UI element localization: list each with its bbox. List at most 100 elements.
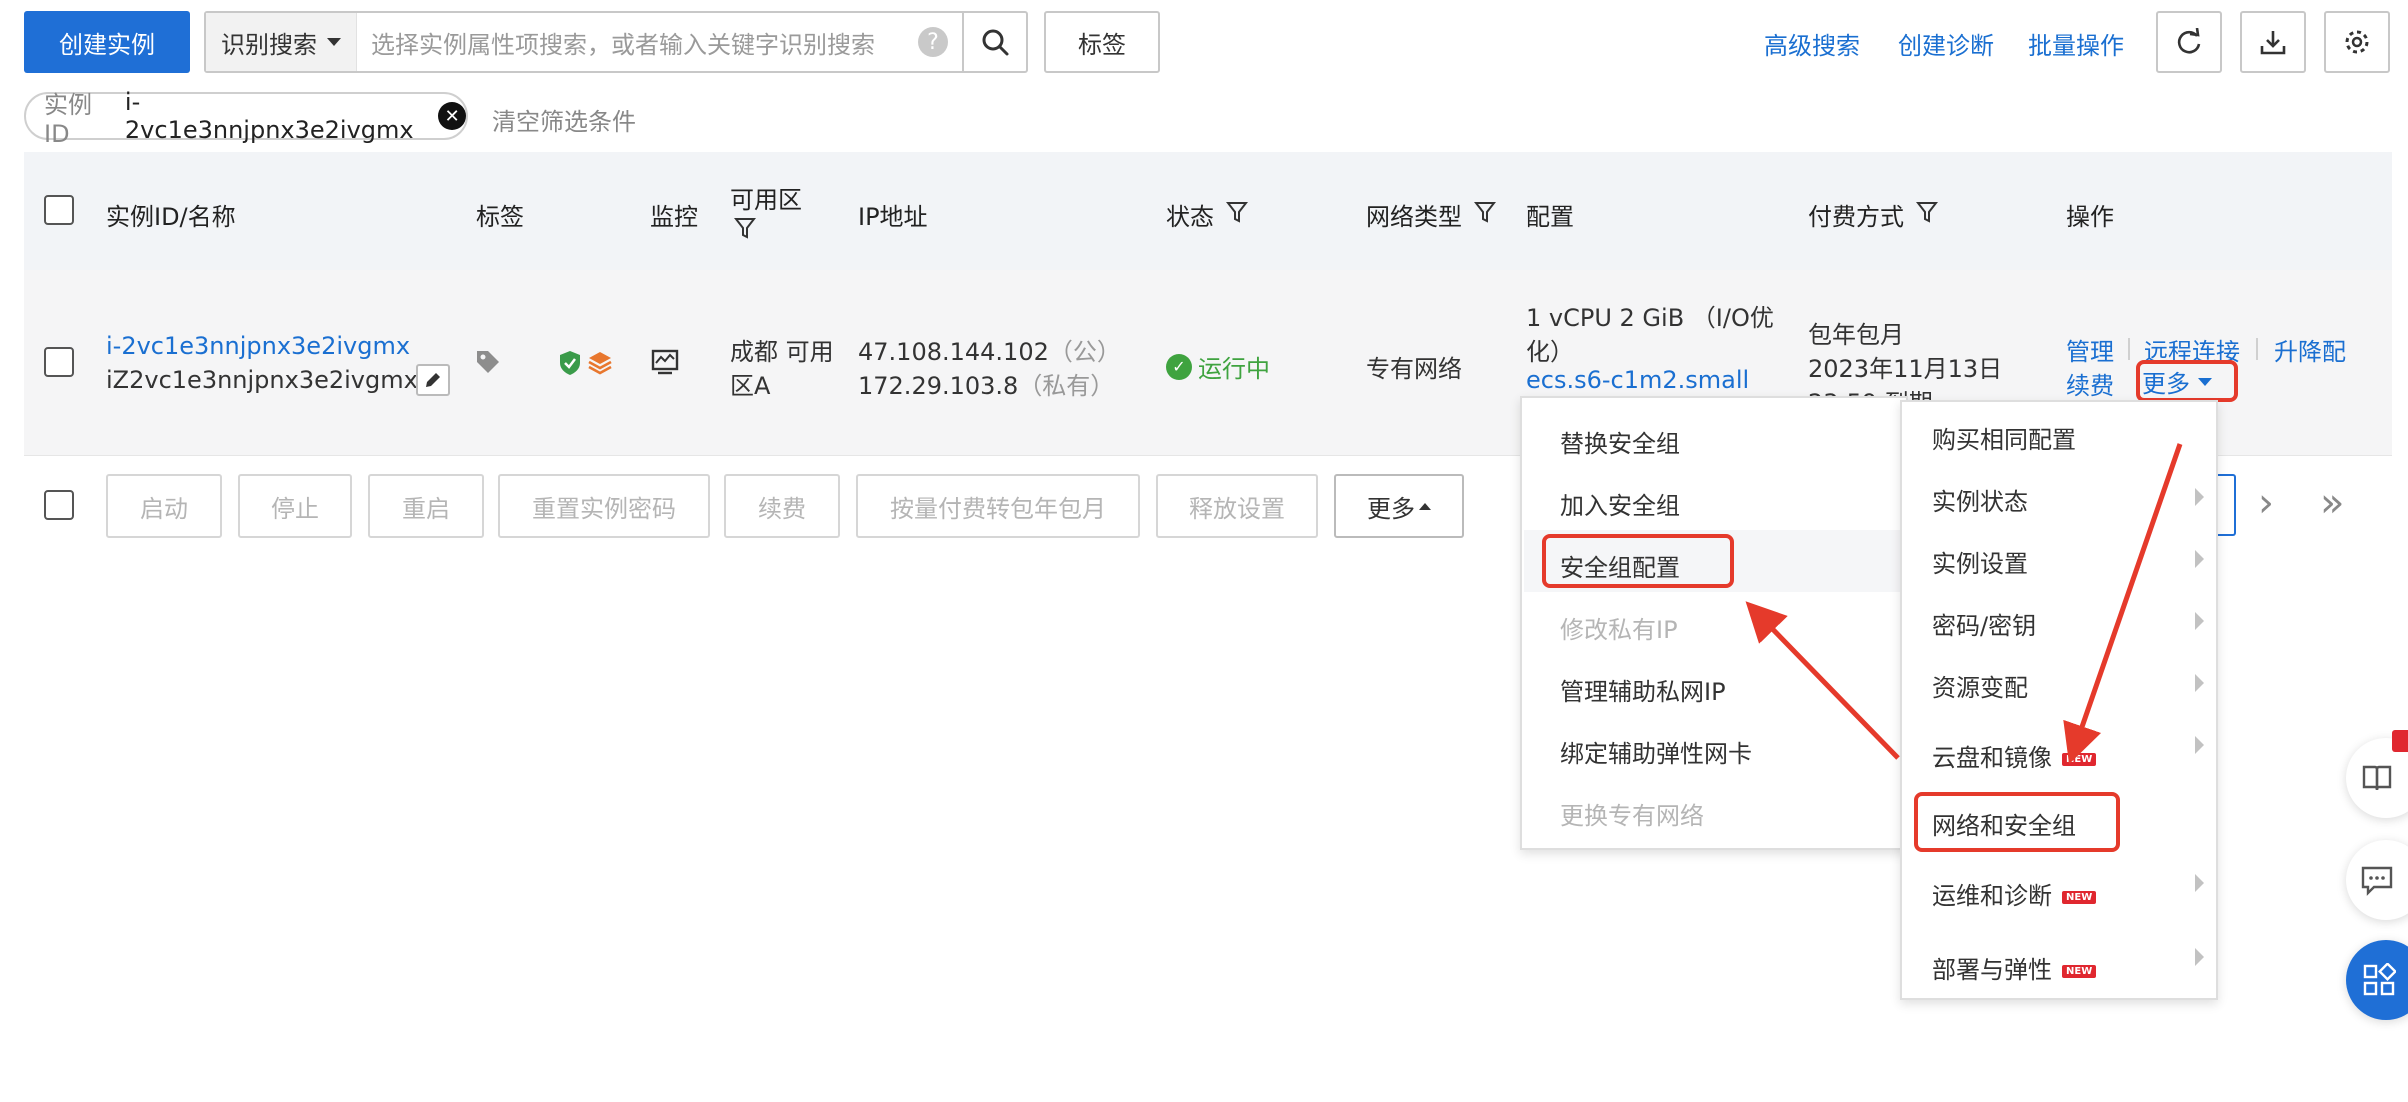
chevron-right-icon <box>2195 550 2204 568</box>
menu-item-replace-sg[interactable]: 替换安全组 <box>1522 424 1906 459</box>
search-input[interactable]: 选择实例属性项搜索，或者输入关键字识别搜索 <box>357 25 918 60</box>
stop-button[interactable]: 停止 <box>238 474 352 538</box>
filter-zone-icon[interactable] <box>734 216 756 240</box>
menu-item-ops-diagnosis[interactable]: 运维和诊断 NEW <box>1902 874 2216 911</box>
billing-type: 包年包月 <box>1808 321 1904 349</box>
header-config: 配置 <box>1526 203 1574 231</box>
clear-filters-link[interactable]: 清空筛选条件 <box>492 102 636 137</box>
menu-label: 实例设置 <box>1932 550 2028 578</box>
billing-date: 2023年11月13日 <box>1808 355 2003 383</box>
search-mode-select[interactable]: 识别搜索 <box>206 13 357 71</box>
last-page-icon[interactable]: » <box>2320 480 2344 526</box>
config-spec-link[interactable]: ecs.s6-c1m2.small <box>1526 366 1749 394</box>
menu-item-buy-same[interactable]: 购买相同配置 <box>1902 420 2216 455</box>
menu-item-join-sg[interactable]: 加入安全组 <box>1522 486 1906 521</box>
filter-network-icon[interactable] <box>1474 200 1496 224</box>
check-circle-icon: ✓ <box>1166 353 1192 380</box>
instance-id-link[interactable]: i-2vc1e3nnjpnx3e2ivgmx <box>106 332 410 360</box>
restart-button[interactable]: 重启 <box>368 474 484 538</box>
menu-item-deploy-elastic[interactable]: 部署与弹性 NEW <box>1902 948 2216 985</box>
header-zone: 可用区 <box>730 186 802 214</box>
chat-float-button[interactable] <box>2346 840 2408 920</box>
more-menu: 购买相同配置 实例状态 实例设置 密码/密钥 资源变配 云盘和镜像 NEW 网络和… <box>1900 400 2218 1000</box>
security-shield-icon[interactable] <box>558 349 582 377</box>
menu-item-password-key[interactable]: 密码/密钥 <box>1902 606 2216 641</box>
refresh-button[interactable] <box>2156 11 2222 73</box>
chevron-right-icon <box>2195 612 2204 630</box>
menu-label: 部署与弹性 <box>1932 956 2052 984</box>
search-icon <box>982 29 1009 56</box>
header-network: 网络类型 <box>1366 203 1462 231</box>
renew-button[interactable]: 续费 <box>724 474 840 538</box>
advanced-search-link[interactable]: 高级搜索 <box>1764 26 1860 61</box>
row-checkbox[interactable] <box>44 347 74 377</box>
monitor-chart-icon[interactable] <box>650 347 680 377</box>
manage-link[interactable]: 管理 <box>2066 332 2114 367</box>
download-button[interactable] <box>2240 11 2306 73</box>
header-id-name: 实例ID/名称 <box>106 203 236 231</box>
book-icon <box>2362 765 2392 791</box>
create-instance-button[interactable]: 创建实例 <box>24 11 190 73</box>
disk-stack-icon[interactable] <box>586 349 614 377</box>
next-page-icon[interactable]: › <box>2258 480 2274 526</box>
search-button[interactable] <box>962 13 1026 71</box>
chevron-right-icon <box>2195 488 2204 506</box>
private-ip: 172.29.103.8（私有） <box>858 366 1114 401</box>
menu-item-instance-status[interactable]: 实例状态 <box>1902 482 2216 517</box>
action-divider <box>2128 338 2130 360</box>
menu-label: 云盘和镜像 <box>1932 744 2052 772</box>
new-badge: NEW <box>2062 890 2097 904</box>
caret-up-icon <box>1419 502 1431 510</box>
menu-item-bind-eni[interactable]: 绑定辅助弹性网卡 <box>1522 734 1906 769</box>
apps-grid-icon <box>2363 963 2396 996</box>
reset-password-button[interactable]: 重置实例密码 <box>498 474 710 538</box>
menu-label: 资源变配 <box>1932 674 2028 702</box>
search-box: 识别搜索 选择实例属性项搜索，或者输入关键字识别搜索 ? <box>204 11 1028 73</box>
zone-line1: 成都 可用 <box>730 338 834 366</box>
private-ip-suffix: （私有） <box>1018 372 1115 400</box>
menu-item-manage-secondary-ip[interactable]: 管理辅助私网IP <box>1522 672 1906 707</box>
refresh-icon <box>2177 28 2201 54</box>
apps-float-button[interactable] <box>2346 940 2408 1020</box>
tag-icon[interactable] <box>474 348 502 376</box>
instance-name: iZ2vc1e3nnjpnx3e2ivgmxZ <box>106 366 435 394</box>
close-icon[interactable]: ✕ <box>438 102 466 130</box>
zone-line2: 区A <box>730 372 771 400</box>
notification-dot <box>2392 730 2408 752</box>
menu-item-resource-change[interactable]: 资源变配 <box>1902 668 2216 703</box>
renew-link[interactable]: 续费 <box>2066 366 2114 401</box>
start-button[interactable]: 启动 <box>106 474 222 538</box>
help-icon[interactable]: ? <box>918 27 948 57</box>
status-text: 运行中 <box>1198 355 1270 383</box>
bulk-more-button[interactable]: 更多 <box>1334 474 1464 538</box>
pencil-icon <box>426 373 440 387</box>
menu-label: 实例状态 <box>1932 488 2028 516</box>
filter-billing-icon[interactable] <box>1916 200 1938 224</box>
status-badge: ✓ 运行中 <box>1166 349 1270 384</box>
bulk-select-checkbox[interactable] <box>44 490 74 520</box>
edit-name-button[interactable] <box>416 364 450 396</box>
create-diagnosis-link[interactable]: 创建诊断 <box>1898 26 1994 61</box>
batch-operations-link[interactable]: 批量操作 <box>2028 26 2124 61</box>
menu-item-disk-image[interactable]: 云盘和镜像 NEW <box>1902 736 2216 773</box>
public-ip-value: 47.108.144.102 <box>858 338 1049 366</box>
filter-status-icon[interactable] <box>1226 200 1248 224</box>
header-monitor: 监控 <box>650 203 698 231</box>
convert-billing-button[interactable]: 按量付费转包年包月 <box>856 474 1140 538</box>
header-tags: 标签 <box>476 203 524 231</box>
header-billing: 付费方式 <box>1808 203 1904 231</box>
upgrade-link[interactable]: 升降配 <box>2274 332 2346 367</box>
menu-item-instance-settings[interactable]: 实例设置 <box>1902 544 2216 579</box>
chevron-down-icon <box>327 38 341 46</box>
select-all-checkbox[interactable] <box>44 195 74 225</box>
chevron-right-icon <box>2195 736 2204 754</box>
menu-item-modify-private-ip[interactable]: 修改私有IP <box>1522 610 1906 645</box>
menu-item-change-vpc[interactable]: 更换专有网络 <box>1522 796 1906 831</box>
settings-button[interactable] <box>2324 11 2390 73</box>
filter-key: 实例ID <box>44 90 92 148</box>
release-settings-button[interactable]: 释放设置 <box>1156 474 1318 538</box>
highlight-more <box>2136 360 2238 402</box>
tag-button[interactable]: 标签 <box>1044 11 1160 73</box>
chat-icon <box>2361 866 2393 896</box>
header-status: 状态 <box>1166 203 1214 231</box>
